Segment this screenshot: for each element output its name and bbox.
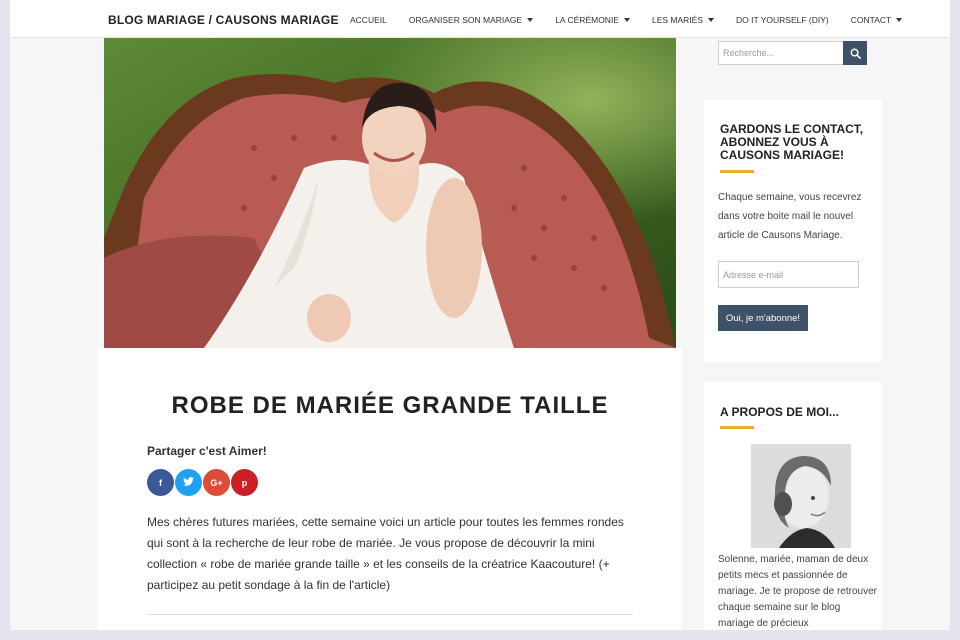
newsletter-title: GARDONS LE CONTACT, ABONNEZ VOUS À CAUSO… (720, 122, 864, 162)
pinterest-icon: p (241, 477, 248, 488)
google-plus-icon: G+ (210, 477, 223, 488)
nav-ceremonie[interactable]: LA CÉRÉMONIE (555, 15, 630, 25)
facebook-icon: f (159, 477, 162, 488)
about-title: A PROPOS DE MOI... (720, 405, 839, 419)
newsletter-widget: GARDONS LE CONTACT, ABONNEZ VOUS À CAUSO… (704, 100, 882, 362)
nav-label: ORGANISER SON MARIAGE (408, 15, 523, 25)
author-photo (751, 444, 851, 548)
nav-label: CONTACT (850, 15, 892, 25)
about-widget: A PROPOS DE MOI... Solenne, mariée, mama… (704, 382, 882, 630)
nav-maries[interactable]: LES MARIÉS (651, 15, 715, 25)
hero-image[interactable] (104, 38, 676, 348)
site-header: BLOG MARIAGE / CAUSONS MARIAGE ACCUEIL O… (10, 0, 950, 38)
pinterest-share-button[interactable]: p (231, 469, 258, 496)
nav-label: LES MARIÉS (651, 15, 704, 25)
author-portrait (751, 444, 851, 548)
twitter-share-button[interactable] (175, 469, 202, 496)
main-nav: ACCUEIL ORGANISER SON MARIAGE LA CÉRÉMON… (350, 15, 924, 25)
google-plus-share-button[interactable]: G+ (203, 469, 230, 496)
search-button[interactable] (843, 41, 867, 65)
nav-accueil[interactable]: ACCUEIL (350, 15, 387, 25)
nav-label: DO IT YOURSELF (DIY) (736, 15, 829, 25)
about-text: Solenne, mariée, maman de deux petits me… (718, 554, 877, 629)
share-label: Partager c'est Aimer! (147, 444, 267, 458)
site-logo[interactable]: BLOG MARIAGE / CAUSONS MARIAGE (108, 13, 339, 27)
nav-label: LA CÉRÉMONIE (555, 15, 619, 25)
caret-down-icon (708, 18, 715, 22)
bride-on-sofa-photo (104, 38, 676, 348)
page: BLOG MARIAGE / CAUSONS MARIAGE ACCUEIL O… (10, 0, 950, 630)
article-title: ROBE DE MARIÉE GRANDE TAILLE (171, 392, 609, 419)
article: ROBE DE MARIÉE GRANDE TAILLE Partager c'… (98, 348, 682, 630)
title-underline (720, 426, 754, 429)
twitter-icon (183, 477, 194, 488)
caret-down-icon (896, 18, 903, 22)
nav-diy[interactable]: DO IT YOURSELF (DIY) (736, 15, 829, 25)
search-icon (850, 48, 861, 59)
caret-down-icon (623, 18, 630, 22)
title-underline (720, 170, 754, 173)
nav-contact[interactable]: CONTACT (850, 15, 903, 25)
subscribe-button[interactable]: Oui, je m'abonne! (718, 305, 808, 331)
caret-down-icon (527, 18, 534, 22)
email-field[interactable]: Adresse e-mail (718, 261, 859, 288)
nav-label: ACCUEIL (350, 15, 387, 25)
search-input[interactable]: Recherche... (718, 41, 844, 65)
share-buttons: f G+ p (147, 469, 259, 496)
article-intro: Mes chères futures mariées, cette semain… (147, 515, 624, 592)
nav-organiser[interactable]: ORGANISER SON MARIAGE (408, 15, 534, 25)
newsletter-text: Chaque semaine, vous recevrez dans votre… (718, 192, 862, 241)
divider (147, 614, 633, 615)
facebook-share-button[interactable]: f (147, 469, 174, 496)
